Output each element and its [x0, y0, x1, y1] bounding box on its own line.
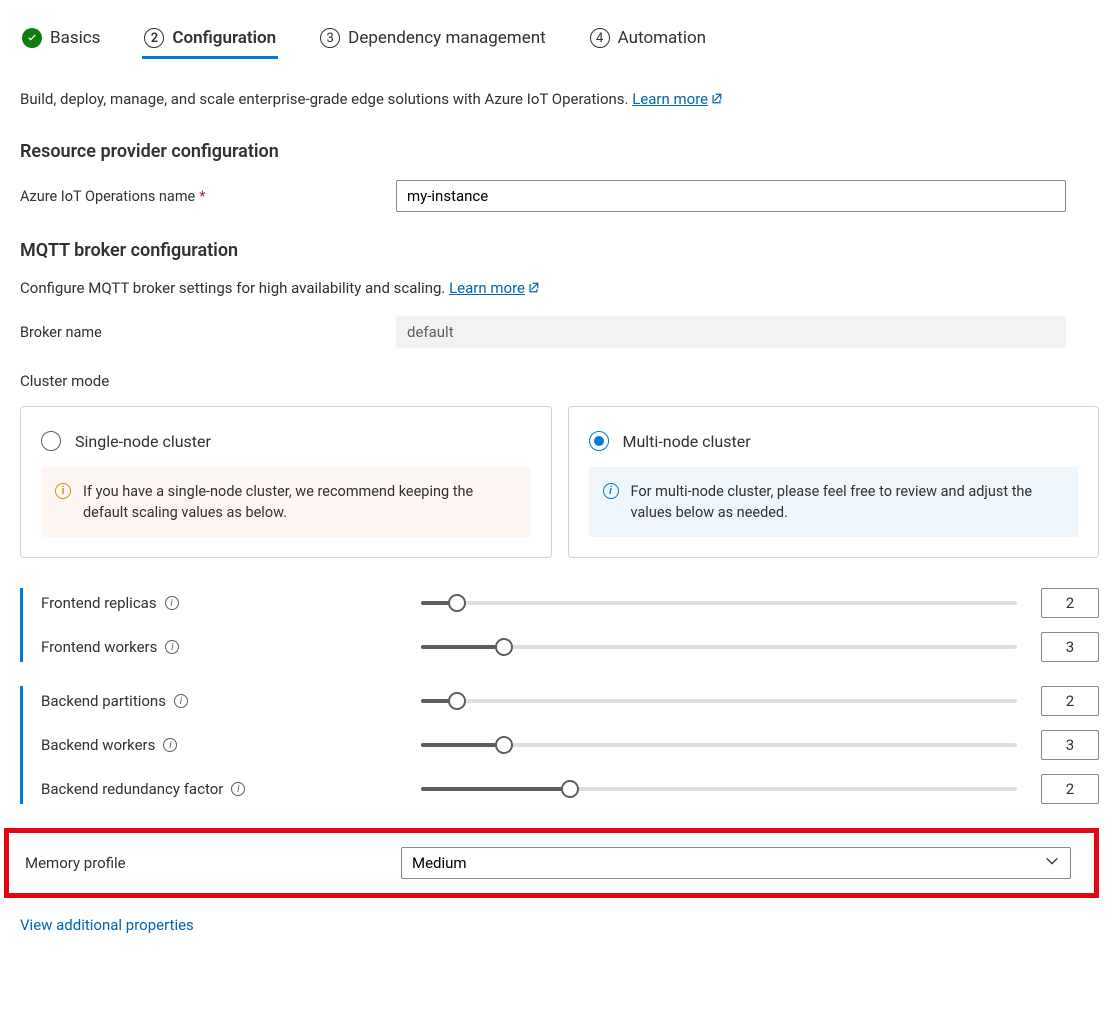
cluster-mode-options: Single-node cluster i If you have a sing… — [20, 406, 1099, 558]
frontend-workers-slider[interactable] — [421, 645, 1017, 649]
backend-workers-row: Backend workers i 3 — [41, 730, 1099, 760]
backend-redundancy-value[interactable]: 2 — [1041, 774, 1099, 804]
slider-label: Backend workers — [41, 736, 155, 754]
view-additional-properties-link[interactable]: View additional properties — [20, 916, 1099, 934]
memory-profile-highlight: Memory profile — [4, 828, 1099, 898]
cluster-card-multi[interactable]: Multi-node cluster i For multi-node clus… — [568, 406, 1100, 558]
step-number-icon: 4 — [590, 28, 610, 48]
memory-profile-select[interactable] — [401, 847, 1071, 879]
aio-name-label: Azure IoT Operations name* — [20, 188, 396, 205]
frontend-workers-value[interactable]: 3 — [1041, 632, 1099, 662]
backend-workers-slider[interactable] — [421, 743, 1017, 747]
aio-name-row: Azure IoT Operations name* — [20, 180, 1099, 212]
tab-basics[interactable]: Basics — [20, 20, 102, 56]
frontend-replicas-row: Frontend replicas i 2 — [41, 588, 1099, 618]
single-node-info: i If you have a single-node cluster, we … — [41, 467, 531, 537]
slider-label: Frontend replicas — [41, 594, 157, 612]
info-icon[interactable]: i — [163, 738, 177, 752]
tab-automation[interactable]: 4 Automation — [588, 20, 708, 56]
step-number-icon: 2 — [144, 28, 164, 48]
external-link-icon — [527, 280, 540, 298]
memory-profile-label: Memory profile — [25, 854, 401, 872]
broker-name-row: Broker name — [20, 316, 1099, 348]
wizard-tabs: Basics 2 Configuration 3 Dependency mana… — [20, 20, 1099, 56]
slider-label: Backend partitions — [41, 692, 166, 710]
mqtt-learn-more-link[interactable]: Learn more — [449, 279, 540, 297]
backend-partitions-slider[interactable] — [421, 699, 1017, 703]
tab-label: Dependency management — [348, 28, 546, 48]
broker-name-label: Broker name — [20, 324, 396, 341]
radio-single-node[interactable] — [41, 431, 61, 451]
cluster-card-title: Multi-node cluster — [623, 432, 751, 451]
external-link-icon — [710, 91, 723, 109]
frontend-replicas-value[interactable]: 2 — [1041, 588, 1099, 618]
info-icon[interactable]: i — [165, 596, 179, 610]
info-icon[interactable]: i — [231, 782, 245, 796]
info-icon: i — [603, 483, 619, 499]
backend-redundancy-slider[interactable] — [421, 787, 1017, 791]
backend-partitions-value[interactable]: 2 — [1041, 686, 1099, 716]
section-title-resource-provider: Resource provider configuration — [20, 141, 1099, 162]
backend-workers-value[interactable]: 3 — [1041, 730, 1099, 760]
step-number-icon: 3 — [320, 28, 340, 48]
tab-label: Configuration — [172, 28, 276, 48]
backend-redundancy-row: Backend redundancy factor i 2 — [41, 774, 1099, 804]
tab-configuration[interactable]: 2 Configuration — [142, 20, 278, 59]
tab-label: Basics — [50, 28, 100, 48]
backend-partitions-row: Backend partitions i 2 — [41, 686, 1099, 716]
slider-label: Backend redundancy factor — [41, 780, 223, 798]
section-title-mqtt: MQTT broker configuration — [20, 240, 1099, 261]
check-icon — [22, 28, 42, 48]
frontend-sliders: Frontend replicas i 2 Frontend workers i… — [20, 588, 1099, 662]
backend-sliders: Backend partitions i 2 Backend workers i… — [20, 686, 1099, 804]
info-icon: i — [55, 483, 71, 499]
slider-label: Frontend workers — [41, 638, 157, 656]
info-icon[interactable]: i — [165, 640, 179, 654]
cluster-card-title: Single-node cluster — [75, 432, 211, 451]
tab-label: Automation — [618, 28, 706, 48]
info-icon[interactable]: i — [174, 694, 188, 708]
intro-text: Build, deploy, manage, and scale enterpr… — [20, 90, 1099, 109]
broker-name-input — [396, 316, 1066, 348]
learn-more-link[interactable]: Learn more — [632, 90, 723, 108]
aio-name-input[interactable] — [396, 180, 1066, 212]
cluster-card-single[interactable]: Single-node cluster i If you have a sing… — [20, 406, 552, 558]
required-indicator: * — [199, 188, 205, 205]
cluster-mode-label: Cluster mode — [20, 372, 1099, 390]
frontend-workers-row: Frontend workers i 3 — [41, 632, 1099, 662]
tab-dependency-management[interactable]: 3 Dependency management — [318, 20, 548, 56]
mqtt-description: Configure MQTT broker settings for high … — [20, 279, 1099, 298]
frontend-replicas-slider[interactable] — [421, 601, 1017, 605]
multi-node-info: i For multi-node cluster, please feel fr… — [589, 467, 1079, 537]
radio-multi-node[interactable] — [589, 431, 609, 451]
